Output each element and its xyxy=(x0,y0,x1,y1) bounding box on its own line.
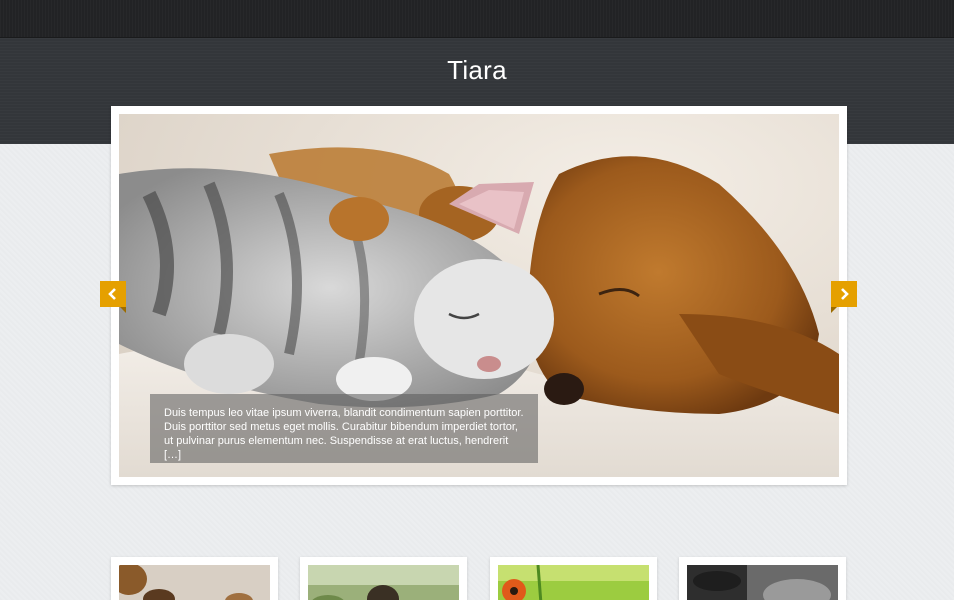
slide-caption: Duis tempus leo vitae ipsum viverra, bla… xyxy=(150,394,538,463)
featured-slider: Duis tempus leo vitae ipsum viverra, bla… xyxy=(111,106,847,485)
ribbon-fold xyxy=(831,307,837,313)
slide-caption-text[interactable]: Duis tempus leo vitae ipsum viverra, bla… xyxy=(164,406,524,462)
slider-prev-button[interactable] xyxy=(100,281,126,313)
site-title[interactable]: Tiara xyxy=(0,55,954,86)
post-thumbnail[interactable] xyxy=(111,557,278,600)
post-thumbnail-image xyxy=(119,565,270,600)
post-thumbnail[interactable] xyxy=(490,557,657,600)
post-thumbnail-image xyxy=(308,565,459,600)
chevron-right-icon xyxy=(841,288,849,300)
post-thumbnail[interactable] xyxy=(679,557,846,600)
page: Tiara Duis tempus leo vitae ipsum viverr… xyxy=(0,0,954,600)
post-thumbnail-image xyxy=(687,565,838,600)
slide-image-kitten-and-puppy[interactable]: Duis tempus leo vitae ipsum viverra, bla… xyxy=(119,114,839,477)
post-thumbnail[interactable] xyxy=(300,557,467,600)
chevron-left-icon xyxy=(108,288,116,300)
top-bar xyxy=(0,0,954,38)
slider-next-button[interactable] xyxy=(831,281,857,313)
post-thumbnail-image xyxy=(498,565,649,600)
ribbon-fold xyxy=(120,307,126,313)
